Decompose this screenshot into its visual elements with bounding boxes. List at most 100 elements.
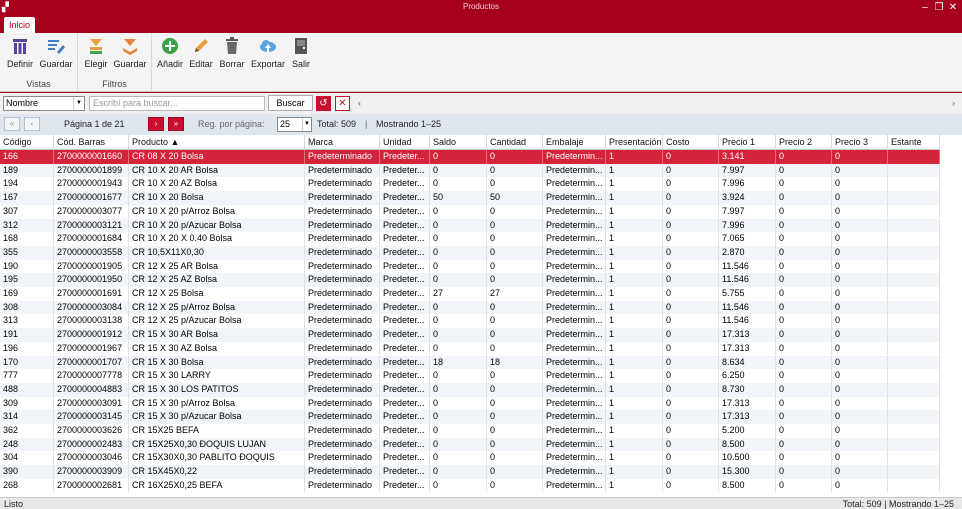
table-row[interactable]: 488 2700000004883 CR 15 X 30 LOS PATITOS Pr… <box>0 382 940 397</box>
table-row[interactable]: 307 2700000003077 CR 10 X 20 p/Arroz Bolsa… <box>0 204 940 219</box>
table-row[interactable]: 268 2700000002681 CR 16X25X0,25 BEFA Predet… <box>0 478 940 493</box>
table-row[interactable]: 777 2700000007778 CR 15 X 30 LARRY Predeter… <box>0 369 940 383</box>
cell-saldo: 0 <box>430 245 487 260</box>
exportar-button[interactable]: Exportar <box>249 36 287 69</box>
column-header-unidad[interactable]: Unidad <box>380 135 430 150</box>
column-header-marca[interactable]: Marca <box>305 135 380 150</box>
cell-saldo: 0 <box>430 341 487 356</box>
cell-codigo: 196 <box>0 341 54 356</box>
close-button[interactable]: ✕ <box>946 1 960 14</box>
cell-producto: CR 15X30X0,30 PABLITO ĐOQUIS <box>129 451 305 466</box>
per-page-label: Reg. por página: <box>198 119 265 129</box>
table-row[interactable]: 304 2700000003046 CR 15X30X0,30 PABLITO ĐO… <box>0 451 940 466</box>
elegir-button[interactable]: Elegir <box>81 36 111 69</box>
column-header-codigo[interactable]: Código <box>0 135 54 150</box>
definir-label: Definir <box>6 59 33 69</box>
cell-precio-3: 0 <box>832 218 888 233</box>
cell-cod-barras: 2700000003138 <box>54 314 129 329</box>
cell-precio-2: 0 <box>776 218 832 233</box>
minimize-button[interactable]: – <box>918 1 932 14</box>
column-header-estante[interactable]: Estante <box>888 135 940 150</box>
cell-estante <box>888 369 940 383</box>
tab-inicio[interactable]: Inicio <box>4 17 36 33</box>
table-row[interactable]: 166 2700000001660 CR 08 X 20 Bolsa Predeter… <box>0 150 940 164</box>
salir-button[interactable]: Salir <box>289 36 313 69</box>
clear-icon[interactable]: ✕ <box>335 96 350 111</box>
cell-cantidad: 0 <box>487 382 543 397</box>
table-row[interactable]: 196 2700000001967 CR 15 X 30 AZ Bolsa Prede… <box>0 341 940 356</box>
cell-marca: Predeterminado <box>305 287 380 301</box>
reset-icon[interactable]: ↺ <box>316 96 331 111</box>
table-row[interactable]: 314 2700000003145 CR 15 X 30 p/Azucar Bols… <box>0 410 940 424</box>
cell-cod-barras: 2700000001912 <box>54 328 129 342</box>
table-row[interactable]: 390 2700000003909 CR 15X45X0,22 Predetermin… <box>0 465 940 479</box>
column-header-cantidad[interactable]: Cantidad <box>487 135 543 150</box>
cell-estante <box>888 232 940 246</box>
table-row[interactable]: 191 2700000001912 CR 15 X 30 AR Bolsa Prede… <box>0 328 940 342</box>
scroll-right-icon[interactable]: › <box>952 98 955 108</box>
cell-precio-2: 0 <box>776 287 832 301</box>
table-row[interactable]: 189 2700000001899 CR 10 X 20 AR Bolsa Prede… <box>0 163 940 178</box>
cell-estante <box>888 218 940 233</box>
table-row[interactable]: 168 2700000001684 CR 10 X 20 X 0.40 Bolsa P… <box>0 232 940 246</box>
column-header-cod-barras[interactable]: Cód. Barras <box>54 135 129 150</box>
cell-precio-3: 0 <box>832 245 888 260</box>
cell-embalaje: Predetermin... <box>543 273 606 287</box>
table-row[interactable]: 190 2700000001905 CR 12 X 25 AR Bolsa Prede… <box>0 259 940 274</box>
cell-cod-barras: 2700000001684 <box>54 232 129 246</box>
column-header-presentacion[interactable]: Presentación <box>606 135 663 150</box>
cell-precio-2: 0 <box>776 163 832 178</box>
cell-presentacion: 1 <box>606 341 663 356</box>
last-page-button[interactable]: » <box>168 117 184 131</box>
prev-page-button[interactable]: ‹ <box>24 117 40 131</box>
column-header-precio-2[interactable]: Precio 2 <box>776 135 832 150</box>
cell-precio-3: 0 <box>832 424 888 438</box>
column-header-costo[interactable]: Costo <box>663 135 719 150</box>
cell-estante <box>888 150 940 164</box>
table-row[interactable]: 248 2700000002483 CR 15X25X0,30 ĐOQUIS LUJ… <box>0 437 940 452</box>
per-page-select[interactable]: 25 ▼ <box>277 117 312 132</box>
guardar-filtro-button[interactable]: Guardar <box>112 36 148 69</box>
cell-costo: 0 <box>663 163 719 178</box>
restore-button[interactable]: ❐ <box>932 1 946 14</box>
column-header-producto[interactable]: Producto ▲ <box>129 135 305 150</box>
cell-estante <box>888 396 940 411</box>
cell-precio-1: 10.500 <box>719 451 776 466</box>
cell-costo: 0 <box>663 451 719 466</box>
search-input[interactable]: Escribí para buscar... <box>89 96 265 111</box>
cell-marca: Predeterminado <box>305 259 380 274</box>
table-row[interactable]: 169 2700000001691 CR 12 X 25 Bolsa Predeter… <box>0 287 940 301</box>
editar-button[interactable]: Editar <box>187 36 215 69</box>
pager-separator: | <box>365 119 368 129</box>
table-row[interactable]: 313 2700000003138 CR 12 X 25 p/Azucar Bols… <box>0 314 940 329</box>
table-row[interactable]: 362 2700000003626 CR 15X25 BEFA Predetermin… <box>0 424 940 438</box>
cell-saldo: 0 <box>430 163 487 178</box>
table-row[interactable]: 195 2700000001950 CR 12 X 25 AZ Bolsa Prede… <box>0 273 940 287</box>
table-row[interactable]: 167 2700000001677 CR 10 X 20 Bolsa Predeter… <box>0 191 940 205</box>
table-row[interactable]: 312 2700000003121 CR 10 X 20 p/Azucar Bols… <box>0 218 940 233</box>
cell-cod-barras: 2700000003558 <box>54 245 129 260</box>
cell-presentacion: 1 <box>606 355 663 370</box>
buscar-button[interactable]: Buscar <box>268 95 313 111</box>
borrar-button[interactable]: Borrar <box>217 36 247 69</box>
next-page-button[interactable]: › <box>148 117 164 131</box>
table-row[interactable]: 170 2700000001707 CR 15 X 30 Bolsa Predeter… <box>0 355 940 370</box>
column-header-precio-3[interactable]: Precio 3 <box>832 135 888 150</box>
table-row[interactable]: 194 2700000001943 CR 10 X 20 AZ Bolsa Prede… <box>0 177 940 192</box>
cell-marca: Predeterminado <box>305 273 380 287</box>
table-row[interactable]: 355 2700000003558 CR 10,5X11X0,30 Predeterm… <box>0 245 940 260</box>
column-header-embalaje[interactable]: Embalaje <box>543 135 606 150</box>
search-field-select[interactable]: Nombre ▼ <box>3 96 85 111</box>
cell-cantidad: 50 <box>487 191 543 205</box>
first-page-button[interactable]: « <box>4 117 20 131</box>
cell-precio-3: 0 <box>832 396 888 411</box>
guardar-vista-button[interactable]: Guardar <box>38 36 74 69</box>
table-row[interactable]: 308 2700000003084 CR 12 X 25 p/Arroz Bolsa… <box>0 300 940 315</box>
anadir-button[interactable]: Añadir <box>155 36 185 69</box>
table-row[interactable]: 309 2700000003091 CR 15 X 30 p/Arroz Bolsa… <box>0 396 940 411</box>
column-header-precio-1[interactable]: Precio 1 <box>719 135 776 150</box>
scroll-left-icon[interactable]: ‹ <box>358 98 361 108</box>
column-header-saldo[interactable]: Saldo <box>430 135 487 150</box>
definir-button[interactable]: Definir <box>4 36 36 69</box>
cell-saldo: 0 <box>430 300 487 315</box>
